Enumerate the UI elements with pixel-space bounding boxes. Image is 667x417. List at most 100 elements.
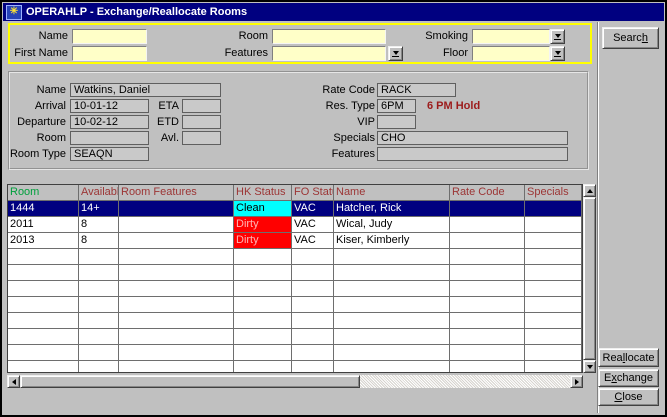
vip-label: VIP [307,115,375,129]
cell-room_features [119,217,234,233]
table-row[interactable]: 20118DirtyVACWical, Judy [8,217,582,233]
table-row[interactable]: 144414+CleanVACHatcher, Rick [8,201,582,217]
column-header-available: Available [79,185,119,201]
cell-empty [79,281,119,297]
avl-label: Avl. [152,131,179,145]
scroll-right-button[interactable] [570,375,583,388]
cell-empty [292,313,334,329]
cell-empty [8,361,79,373]
cell-empty [119,329,234,345]
res-type-value: 6PM [377,99,416,113]
cell-specials [525,233,582,249]
cell-empty [292,249,334,265]
smoking-lov-button[interactable] [550,29,565,44]
cell-empty [234,345,292,361]
cell-empty [525,297,582,313]
smoking-input[interactable] [472,29,550,44]
detail-room-value [70,131,149,145]
vip-value [377,115,416,129]
rooms-table: RoomAvailableRoom FeaturesHK StatusFO St… [7,184,583,373]
smoking-label: Smoking [412,29,468,44]
table-row-empty [8,345,582,361]
detail-room-label: Room [4,131,66,145]
cell-fo_status: VAC [292,233,334,249]
detail-features-label: Features [307,147,375,161]
chevron-down-icon [555,51,561,55]
avl-value [182,131,221,145]
floor-lov-button[interactable] [550,46,565,61]
close-button[interactable]: Close [598,388,659,406]
scroll-down-button[interactable] [583,360,596,373]
cell-empty [450,361,525,373]
cell-room: 2013 [8,233,79,249]
cell-empty [119,361,234,373]
cell-empty [450,297,525,313]
cell-hk_status: Clean [234,201,292,217]
cell-rate_code [450,201,525,217]
cell-empty [450,329,525,345]
cell-empty [292,297,334,313]
table-row-empty [8,249,582,265]
cell-empty [292,345,334,361]
table-row-empty [8,297,582,313]
cell-empty [79,361,119,373]
table-row-empty [8,281,582,297]
window-title: OPERAHLP - Exchange/Reallocate Rooms [26,6,247,18]
cell-specials [525,201,582,217]
cell-empty [292,329,334,345]
cell-empty [8,249,79,265]
column-header-room_features: Room Features [119,185,234,201]
exchange-button[interactable]: Exchange [598,369,659,387]
arrow-down-icon [587,365,593,369]
cell-fo_status: VAC [292,201,334,217]
cell-empty [8,329,79,345]
name-input[interactable] [72,29,147,44]
vertical-scroll-thumb[interactable] [583,197,596,360]
cell-empty [450,345,525,361]
reallocate-button[interactable]: Reallocate [598,348,659,367]
cell-empty [292,361,334,373]
cell-hk_status: Dirty [234,217,292,233]
chevron-underline [554,56,561,57]
cell-name: Hatcher, Rick [334,201,450,217]
column-header-fo_status: FO Status [292,185,334,201]
cell-empty [119,297,234,313]
room-type-label: Room Type [4,147,66,161]
horizontal-scroll-thumb[interactable] [20,375,360,388]
floor-label: Floor [412,46,468,61]
cell-empty [79,313,119,329]
column-header-rate_code: Rate Code [450,185,525,201]
cell-empty [525,329,582,345]
table-row-empty [8,265,582,281]
scroll-left-button[interactable] [7,375,20,388]
arrow-left-icon [12,379,16,385]
cell-name: Wical, Judy [334,217,450,233]
title-bar[interactable]: ✳ OPERAHLP - Exchange/Reallocate Rooms [3,3,664,21]
app-icon: ✳ [6,5,22,20]
eta-value [182,99,221,113]
cell-empty [8,297,79,313]
horizontal-scrollbar[interactable] [7,375,583,388]
features-lov-button[interactable] [388,46,403,61]
room-input[interactable] [272,29,386,44]
table-header-row: RoomAvailableRoom FeaturesHK StatusFO St… [8,185,582,201]
res-type-label: Res. Type [307,99,375,113]
cell-available: 8 [79,233,119,249]
floor-input[interactable] [472,46,550,61]
cell-empty [234,281,292,297]
first-name-input[interactable] [72,46,147,61]
cell-rate_code [450,233,525,249]
etd-label: ETD [152,115,179,129]
cell-empty [334,361,450,373]
cell-empty [234,249,292,265]
search-button[interactable]: Search [602,27,659,49]
cell-room: 2011 [8,217,79,233]
scroll-up-button[interactable] [583,184,596,197]
vertical-scrollbar[interactable] [583,184,596,373]
cell-empty [525,249,582,265]
detail-name-value: Watkins, Daniel [70,83,221,97]
cell-fo_status: VAC [292,217,334,233]
cell-available: 14+ [79,201,119,217]
table-row[interactable]: 20138DirtyVACKiser, Kimberly [8,233,582,249]
features-input[interactable] [272,46,386,61]
